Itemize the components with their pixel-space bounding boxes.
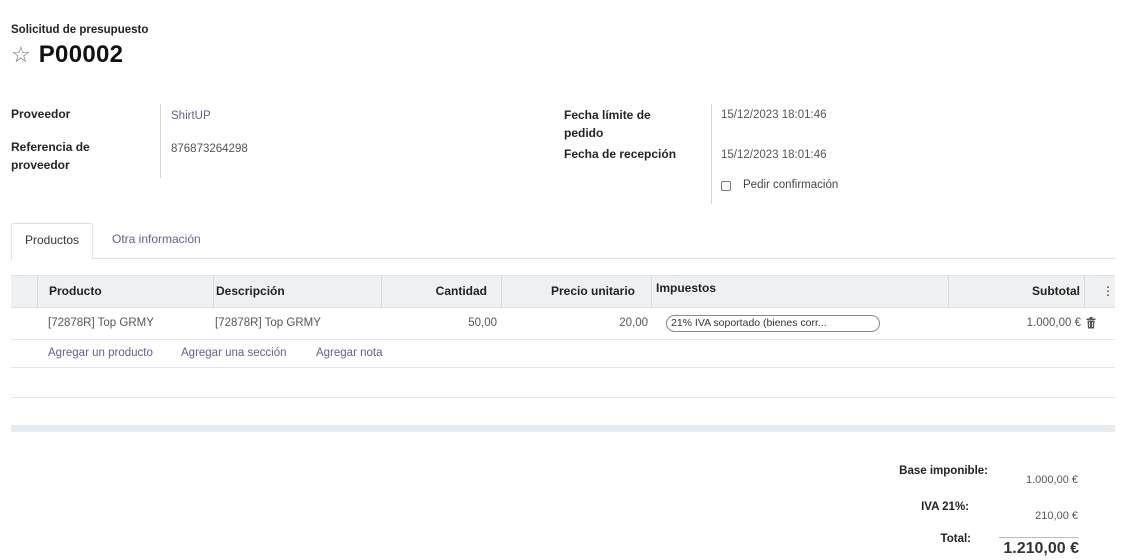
cell-product[interactable]: [72878R] Top GRMY (48, 308, 154, 338)
tax-total-label: IVA 21%: (921, 501, 969, 513)
empty-table-row (11, 398, 1115, 428)
column-separator (381, 276, 382, 307)
column-header-taxes[interactable]: Impuestos (656, 276, 716, 307)
column-separator (948, 276, 949, 307)
tax-tag[interactable]: 21% IVA soportado (bienes corr... (666, 315, 880, 332)
notebook-tabs: Productos Otra información (11, 223, 1115, 260)
tab-productos[interactable]: Productos (11, 223, 94, 260)
column-separator (213, 276, 214, 307)
table-header: Producto Descripción Cantidad Precio uni… (11, 275, 1115, 308)
total-label: Total: (940, 533, 971, 545)
vendor-ref-label: Referencia de proveedor (11, 140, 90, 172)
receipt-field[interactable]: 15/12/2023 18:01:46 (721, 146, 827, 164)
star-icon[interactable]: ☆ (11, 43, 31, 67)
vendor-label: Proveedor (11, 107, 71, 121)
page-title: P00002 (38, 41, 124, 68)
ask-confirmation-label: Pedir confirmación (743, 178, 839, 191)
receipt-label: Fecha de recepción (564, 147, 677, 161)
column-separator (37, 276, 38, 307)
cell-quantity[interactable]: 50,00 (391, 308, 497, 338)
column-header-quantity[interactable]: Cantidad (391, 276, 487, 307)
empty-table-row (11, 368, 1115, 398)
add-product-link[interactable]: Agregar un producto (48, 340, 153, 366)
cell-unit-price[interactable]: 20,00 (511, 308, 648, 338)
column-header-description[interactable]: Descripción (216, 276, 285, 307)
column-header-subtotal[interactable]: Subtotal (951, 276, 1080, 307)
deadline-label: Fecha límite de pedido (564, 108, 651, 140)
cell-subtotal: 1.000,00 € (1026, 317, 1081, 329)
add-line-row: Agregar un producto Agregar una sección … (11, 340, 1115, 368)
tab-otra-informacion[interactable]: Otra información (99, 223, 214, 259)
trash-icon[interactable] (1086, 317, 1096, 329)
form-divider-right (711, 104, 712, 204)
cell-description[interactable]: [72878R] Top GRMY (215, 308, 321, 338)
table-footer-bar (11, 425, 1115, 432)
deadline-field[interactable]: 15/12/2023 18:01:46 (721, 106, 827, 124)
add-section-link[interactable]: Agregar una sección (181, 340, 286, 366)
tax-total-value: 210,00 € (1035, 510, 1078, 522)
total-value: 1.210,00 € (999, 537, 1079, 558)
column-separator (1084, 276, 1085, 307)
table-row[interactable]: [72878R] Top GRMY [72878R] Top GRMY 50,0… (11, 308, 1115, 340)
optional-columns-icon[interactable]: ⋮ (1102, 276, 1114, 307)
page-subtitle: Solicitud de presupuesto (11, 24, 149, 36)
title-row: ☆ P00002 (11, 41, 123, 69)
column-header-product[interactable]: Producto (49, 276, 102, 307)
base-value: 1.000,00 € (1026, 474, 1078, 486)
column-header-unit-price[interactable]: Precio unitario (511, 276, 635, 307)
column-separator (501, 276, 502, 307)
ask-confirmation-checkbox[interactable] (721, 181, 731, 191)
form-divider-left (160, 104, 161, 178)
vendor-ref-field[interactable]: 876873264298 (171, 140, 248, 158)
column-separator (651, 276, 652, 307)
vendor-field[interactable]: ShirtUP (171, 107, 211, 125)
base-label: Base imponible: (899, 465, 988, 477)
add-note-link[interactable]: Agregar nota (316, 340, 383, 366)
ask-confirmation-row: Pedir confirmación (721, 178, 838, 191)
